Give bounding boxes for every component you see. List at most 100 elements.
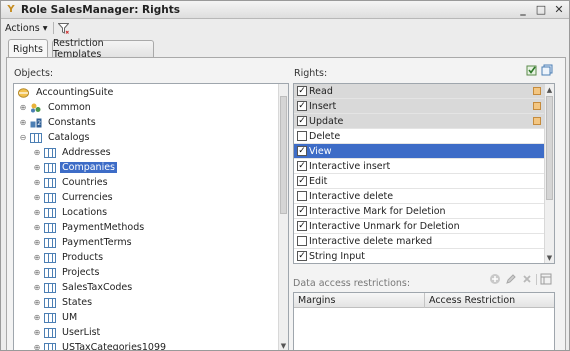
checkbox-checked[interactable]: ✓ [297,251,307,261]
right-item-string-input[interactable]: ✓ String Input [294,249,545,263]
scroll-down-icon[interactable]: ▼ [545,253,554,262]
expand-icon[interactable]: ⊕ [33,343,41,350]
filter-icon[interactable] [58,22,70,34]
expand-icon[interactable]: ⊕ [33,298,41,307]
data-access-header: Margins Access Restriction [294,292,554,308]
edit-icon[interactable] [505,273,517,285]
expand-icon[interactable]: ⊕ [33,283,41,292]
tree-label: Catalogs [48,132,90,143]
checkbox-checked[interactable]: ✓ [297,161,307,171]
right-item-insert[interactable]: ✓ Insert [294,99,545,114]
tree-item-addresses[interactable]: ⊕ Addresses [33,145,113,160]
right-item-interactive-delete[interactable]: Interactive delete [294,189,545,204]
rights-scrollbar[interactable]: ▲ ▼ [544,84,554,263]
tree-item-paymentterms[interactable]: ⊕ PaymentTerms [33,235,134,250]
tree-item-paymentmethods[interactable]: ⊕ PaymentMethods [33,220,146,235]
tree-item-locations[interactable]: ⊕ Locations [33,205,109,220]
right-label: String Input [309,250,365,262]
checkbox-unchecked[interactable] [297,131,307,141]
close-icon[interactable]: ✕ [551,2,567,17]
checkbox-unchecked[interactable] [297,236,307,246]
scrollbar-thumb[interactable] [546,96,553,200]
expand-icon[interactable]: ⊕ [33,268,41,277]
maximize-icon[interactable]: □ [533,2,549,17]
expand-icon[interactable]: ⊕ [33,163,41,172]
right-item-edit[interactable]: ✓ Edit [294,174,545,189]
expand-icon[interactable]: ⊕ [33,328,41,337]
tab-restriction-templates[interactable]: Restriction Templates [52,38,154,60]
tree-item-constants[interactable]: ⊕ 2 Constants [19,115,98,130]
rights-list[interactable]: ✓ Read ✓ Insert ✓ Update Delete ✓ View ✓… [293,83,555,264]
checkbox-unchecked[interactable] [297,191,307,201]
checkbox-checked[interactable]: ✓ [297,176,307,186]
tree-item-states[interactable]: ⊕ States [33,295,94,310]
tree-item-projects[interactable]: ⊕ Projects [33,265,101,280]
tree-label: AccountingSuite [36,87,114,98]
checkbox-checked[interactable]: ✓ [297,101,307,111]
tree-item-countries[interactable]: ⊕ Countries [33,175,110,190]
checkbox-checked[interactable]: ✓ [297,86,307,96]
catalog-icon [44,147,56,158]
expand-icon[interactable]: ⊕ [33,253,41,262]
objects-label: Objects: [14,68,54,79]
right-item-view[interactable]: ✓ View [294,144,545,159]
minimize-icon[interactable]: _ [515,2,531,17]
right-item-read[interactable]: ✓ Read [294,84,545,99]
tree-item-common[interactable]: ⊕ Common [19,100,93,115]
objects-scrollbar[interactable]: ▼ [278,84,288,350]
right-item-interactive-delete-marked[interactable]: Interactive delete marked [294,234,545,249]
expand-icon[interactable]: ⊕ [33,313,41,322]
expand-icon[interactable]: ⊕ [19,118,27,127]
scrollbar-thumb[interactable] [280,96,287,214]
expand-icon[interactable]: ⊕ [33,223,41,232]
checkbox-checked[interactable]: ✓ [297,221,307,231]
tree-item-currencies[interactable]: ⊕ Currencies [33,190,115,205]
catalog-icon [30,132,42,143]
expand-icon[interactable]: ⊕ [33,148,41,157]
tree-item-userlist[interactable]: ⊕ UserList [33,325,102,340]
column-access-restriction[interactable]: Access Restriction [425,293,554,308]
collapse-icon[interactable]: ⊖ [19,133,27,142]
checkbox-checked[interactable]: ✓ [297,116,307,126]
tree-root[interactable]: AccountingSuite [18,85,115,100]
actions-menu-button[interactable]: Actions ▾ [5,23,48,34]
checkbox-checked[interactable]: ✓ [297,206,307,216]
catalog-icon [44,162,56,173]
tree-label: Companies [60,162,118,173]
tree-item-companies[interactable]: ⊕ Companies [33,160,118,175]
table-settings-icon[interactable] [540,273,552,285]
column-margins[interactable]: Margins [294,292,425,308]
delete-icon[interactable] [521,273,533,285]
tree-item-ustaxcategories1099[interactable]: ⊕ USTaxCategories1099 [33,340,168,350]
tree-label: Currencies [62,192,113,203]
common-icon [30,103,42,113]
right-label: Interactive Mark for Deletion [309,205,446,217]
right-item-update[interactable]: ✓ Update [294,114,545,129]
data-access-table[interactable]: Margins Access Restriction [293,292,555,350]
right-item-interactive-mark-for-deletion[interactable]: ✓ Interactive Mark for Deletion [294,204,545,219]
scroll-up-icon[interactable]: ▲ [545,85,554,94]
checkbox-checked[interactable]: ✓ [297,146,307,156]
right-item-delete[interactable]: Delete [294,129,545,144]
add-icon[interactable] [489,273,501,285]
tree-label: Projects [62,267,100,278]
tree-item-products[interactable]: ⊕ Products [33,250,105,265]
scroll-down-icon[interactable]: ▼ [279,341,288,350]
right-item-interactive-unmark-for-deletion[interactable]: ✓ Interactive Unmark for Deletion [294,219,545,234]
right-label: Interactive delete marked [309,235,433,247]
check-all-icon[interactable] [526,64,538,76]
uncheck-all-icon[interactable] [541,64,553,76]
expand-icon[interactable]: ⊕ [19,103,27,112]
tree-item-um[interactable]: ⊕ UM [33,310,79,325]
expand-icon[interactable]: ⊕ [33,208,41,217]
objects-tree[interactable]: AccountingSuite ⊕ Common ⊕ 2 Constants ⊖… [13,83,289,350]
expand-icon[interactable]: ⊕ [33,193,41,202]
catalog-icon [44,312,56,323]
right-item-interactive-insert[interactable]: ✓ Interactive insert [294,159,545,174]
tab-rights[interactable]: Rights [8,39,48,58]
tree-item-salestaxcodes[interactable]: ⊕ SalesTaxCodes [33,280,134,295]
tree-label: UM [62,312,78,323]
tree-item-catalogs[interactable]: ⊖ Catalogs [19,130,91,145]
expand-icon[interactable]: ⊕ [33,178,41,187]
expand-icon[interactable]: ⊕ [33,238,41,247]
